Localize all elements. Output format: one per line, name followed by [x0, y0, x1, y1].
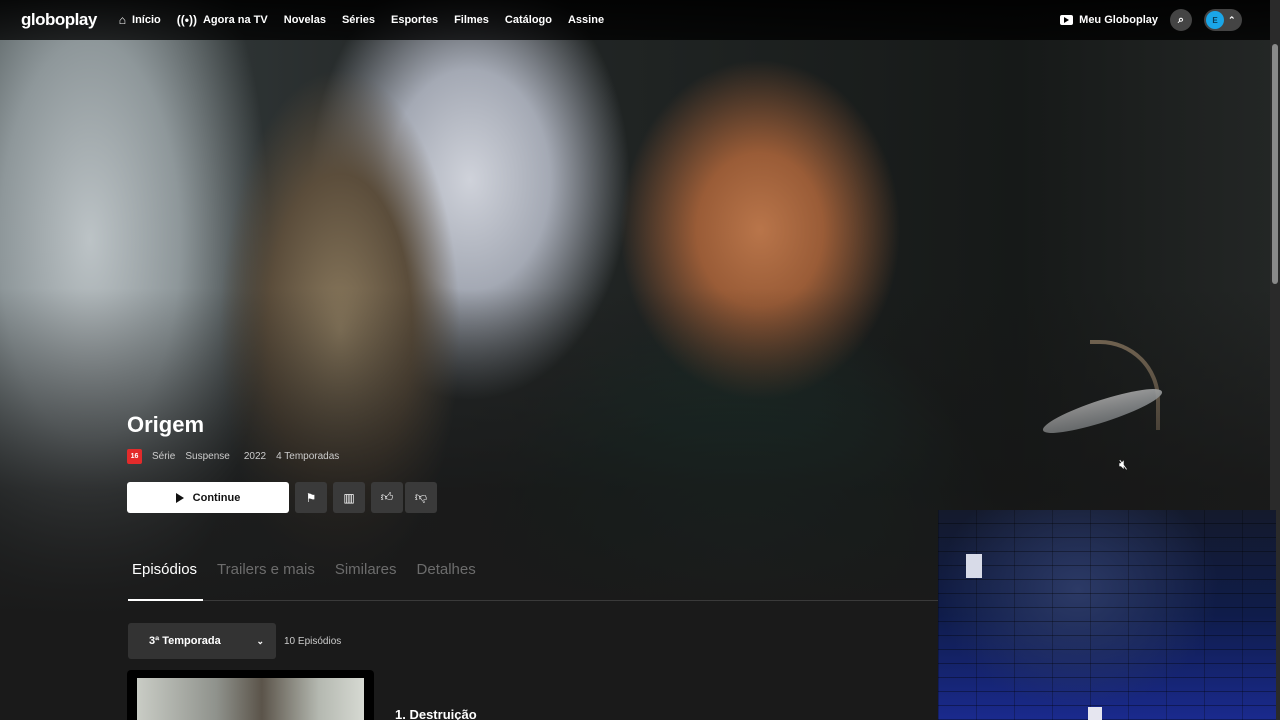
nav-series[interactable]: Séries	[342, 14, 375, 26]
show-type: Série	[152, 451, 176, 462]
main-nav: ⌂ Início ((•)) Agora na TV Novelas Série…	[119, 13, 604, 27]
broadcast-icon: ((•))	[176, 13, 197, 27]
chevron-up-icon: ⌃	[1228, 14, 1236, 25]
add-to-list-button[interactable]: ⚑	[295, 482, 327, 513]
nav-novelas[interactable]: Novelas	[284, 14, 326, 26]
show-metadata: 16 Série Suspense 2022 4 Temporadas	[127, 449, 339, 464]
volume-off-icon: 🔇︎	[1119, 456, 1128, 472]
episode-thumbnail[interactable]	[127, 670, 374, 720]
nav-label: Assine	[567, 14, 605, 26]
nav-catalogo[interactable]: Catálogo	[505, 14, 552, 26]
nav-label: Início	[132, 14, 161, 26]
action-buttons: Continue ⚑ ▥ 👍︎ 👎︎	[127, 482, 437, 513]
profile-menu[interactable]: E ⌃	[1204, 9, 1242, 31]
active-tab-indicator	[128, 599, 203, 601]
mini-player-scene	[938, 510, 1276, 720]
bookmark-icon: ⚑	[305, 490, 317, 505]
show-year: 2022	[243, 451, 267, 462]
nav-esportes[interactable]: Esportes	[391, 14, 438, 26]
lamp-arm	[1090, 340, 1160, 430]
like-button[interactable]: 👍︎	[371, 482, 403, 513]
chevron-down-icon: ⌄	[256, 636, 264, 646]
tab-trailers[interactable]: Trailers e mais	[217, 561, 315, 578]
episode-thumbnail-image	[137, 678, 364, 720]
mute-button[interactable]: 🔇︎	[1119, 456, 1128, 473]
nav-assine[interactable]: Assine	[568, 14, 604, 26]
meu-globoplay-link[interactable]: Meu Globoplay	[1060, 14, 1158, 26]
episode-count: 10 Episódios	[284, 636, 342, 647]
nav-inicio[interactable]: ⌂ Início	[119, 13, 161, 27]
show-genre: Suspense	[185, 451, 230, 462]
nav-filmes[interactable]: Filmes	[454, 14, 489, 26]
nav-label: Novelas	[283, 14, 326, 26]
episode-title[interactable]: 1. Destruição	[395, 707, 477, 720]
mini-player[interactable]	[938, 510, 1276, 720]
play-icon	[175, 492, 184, 503]
film-icon: ▥	[343, 490, 355, 505]
header-right: Meu Globoplay ⌕ E ⌃	[1060, 0, 1242, 40]
nav-label: Agora na TV	[202, 14, 268, 26]
search-button[interactable]: ⌕	[1170, 9, 1192, 31]
tabs-divider	[128, 600, 938, 601]
continue-button[interactable]: Continue	[127, 482, 289, 513]
season-selected: 3ª Temporada	[149, 635, 221, 647]
scrollbar-thumb[interactable]	[1272, 44, 1278, 284]
lamp-shade	[1039, 381, 1166, 441]
mini-player-scene-detail	[966, 554, 982, 578]
search-icon: ⌕	[1177, 13, 1185, 26]
nav-label: Séries	[341, 14, 375, 26]
mini-player-scene-detail	[1088, 707, 1102, 720]
season-dropdown[interactable]: 3ª Temporada ⌄	[128, 623, 276, 659]
episodes-list-button[interactable]: ▥	[333, 482, 365, 513]
meu-globoplay-label: Meu Globoplay	[1079, 14, 1158, 26]
show-seasons: 4 Temporadas	[276, 451, 340, 462]
thumbs-down-icon: 👎︎	[414, 490, 428, 504]
tab-episodios[interactable]: Episódios	[132, 561, 197, 578]
dislike-button[interactable]: 👎︎	[405, 482, 437, 513]
home-icon: ⌂	[118, 13, 127, 27]
thumbs-up-icon: 👍︎	[380, 490, 394, 504]
top-navigation: globoplay ⌂ Início ((•)) Agora na TV Nov…	[0, 0, 1270, 40]
nav-label: Catálogo	[504, 14, 552, 26]
nav-agora-na-tv[interactable]: ((•)) Agora na TV	[177, 13, 268, 27]
continue-label: Continue	[192, 491, 241, 504]
globoplay-logo[interactable]: globoplay	[21, 10, 97, 30]
tab-similares[interactable]: Similares	[335, 561, 397, 578]
show-title: Origem	[127, 412, 205, 437]
tab-detalhes[interactable]: Detalhes	[417, 561, 476, 578]
nav-label: Esportes	[390, 14, 439, 26]
age-rating-badge: 16	[127, 449, 142, 464]
nav-label: Filmes	[454, 14, 489, 26]
my-list-icon	[1060, 15, 1074, 25]
content-tabs: Episódios Trailers e mais Similares Deta…	[132, 561, 476, 578]
avatar: E	[1206, 11, 1224, 29]
